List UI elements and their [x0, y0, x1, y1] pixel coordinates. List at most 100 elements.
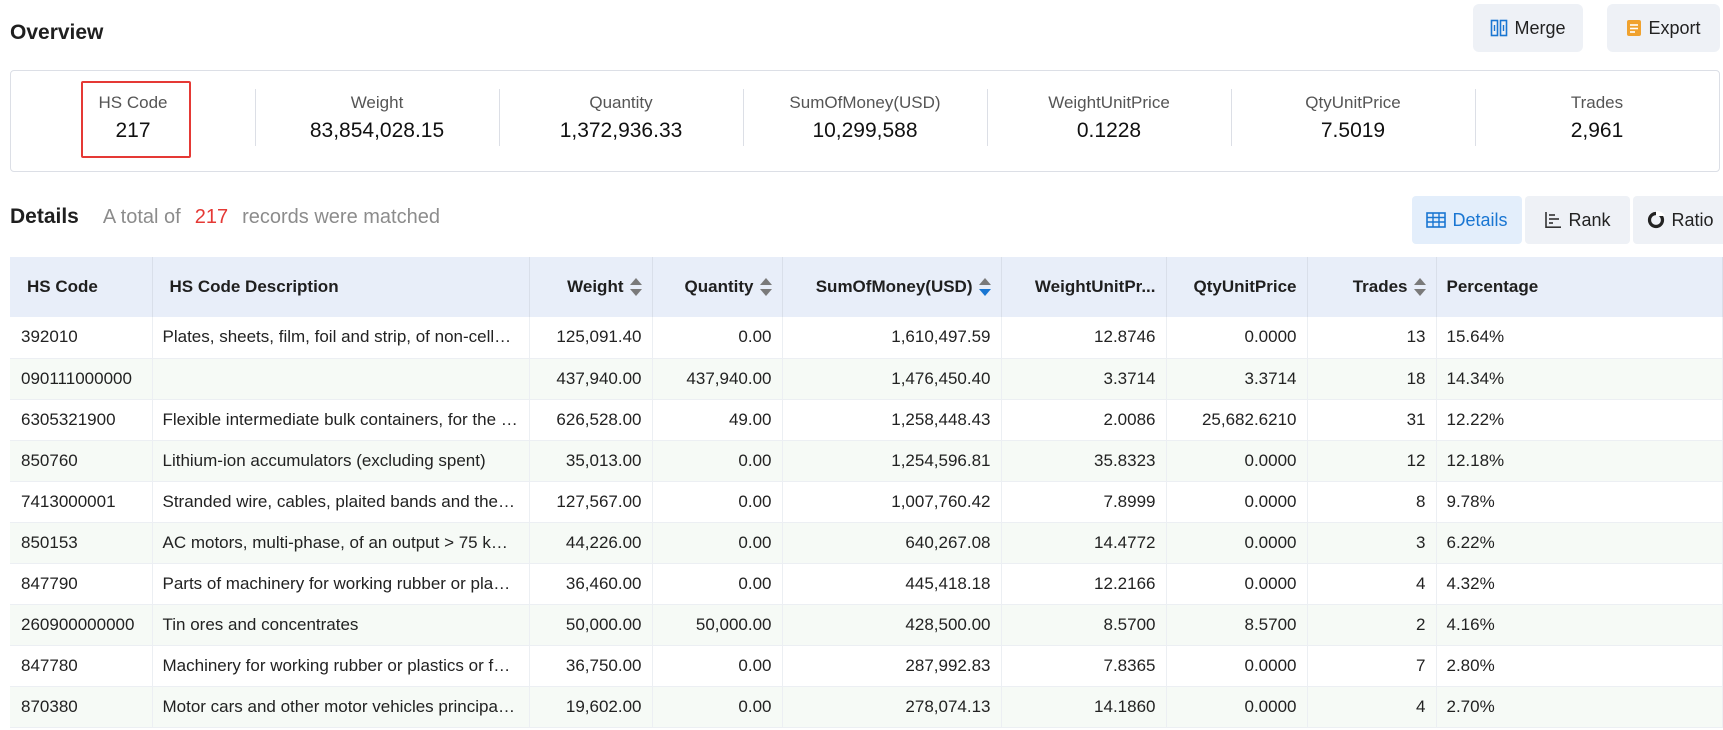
percentage-cell: 12.18% [1436, 440, 1723, 482]
stat-value: 0.1228 [1076, 119, 1142, 142]
table-row[interactable]: 847790 Parts of machinery for working ru… [10, 563, 1723, 605]
hs-code-cell: 260900000000 [10, 604, 153, 646]
qty-unit-price-cell: 3.3714 [1166, 358, 1308, 400]
tab-rank[interactable]: Rank [1525, 196, 1630, 244]
weight-cell: 35,013.00 [529, 440, 653, 482]
stat-label: Quantity [589, 93, 653, 112]
quantity-cell: 0.00 [652, 440, 783, 482]
stat-label: SumOfMoney(USD) [789, 93, 941, 112]
overview-title: Overview [10, 21, 104, 44]
trades-cell: 18 [1307, 358, 1437, 400]
view-tabs: Details Rank Ratio [1412, 196, 1723, 244]
qty-unit-price-cell: 0.0000 [1166, 645, 1308, 687]
sort-icon [759, 277, 772, 297]
sum-of-money-cell: 287,992.83 [782, 645, 1002, 687]
quantity-cell: 0.00 [652, 317, 783, 359]
table-row[interactable]: 260900000000 Tin ores and concentrates 5… [10, 604, 1723, 646]
quantity-cell: 49.00 [652, 399, 783, 441]
merge-button[interactable]: Merge [1473, 4, 1583, 52]
tab-details[interactable]: Details [1412, 196, 1522, 244]
sum-of-money-cell: 278,074.13 [782, 686, 1002, 728]
column-header-weight[interactable]: Weight [529, 257, 653, 317]
column-header-sum-of-money[interactable]: SumOfMoney(USD) [782, 257, 1002, 317]
table-row[interactable]: 392010 Plates, sheets, film, foil and st… [10, 317, 1723, 359]
trades-cell: 31 [1307, 399, 1437, 441]
weight-cell: 626,528.00 [529, 399, 653, 441]
percentage-cell: 15.64% [1436, 317, 1723, 359]
description-cell: Motor cars and other motor vehicles prin… [152, 686, 530, 728]
hs-code-cell: 847780 [10, 645, 153, 687]
table-row[interactable]: 090111000000 437,940.00 437,940.00 1,476… [10, 358, 1723, 400]
column-header-qty-unit-price: QtyUnitPrice [1166, 257, 1308, 317]
percentage-cell: 4.16% [1436, 604, 1723, 646]
sort-icon [629, 277, 642, 297]
description-cell: Parts of machinery for working rubber or… [152, 563, 530, 605]
weight-unit-price-cell: 14.1860 [1001, 686, 1167, 728]
details-title: Details [10, 205, 79, 228]
qty-unit-price-cell: 0.0000 [1166, 440, 1308, 482]
column-header-quantity[interactable]: Quantity [652, 257, 783, 317]
stat-label: WeightUnitPrice [1048, 93, 1170, 112]
weight-unit-price-cell: 8.5700 [1001, 604, 1167, 646]
tab-ratio[interactable]: Ratio [1633, 196, 1723, 244]
quantity-cell: 0.00 [652, 563, 783, 605]
trades-cell: 13 [1307, 317, 1437, 359]
column-header-percentage: Percentage [1436, 257, 1723, 317]
sort-desc-icon [978, 277, 991, 297]
description-cell: Machinery for working rubber or plastics… [152, 645, 530, 687]
quantity-cell: 0.00 [652, 522, 783, 564]
hs-code-cell: 850760 [10, 440, 153, 482]
qty-unit-price-cell: 25,682.6210 [1166, 399, 1308, 441]
stat-label: Weight [350, 93, 404, 112]
trades-cell: 4 [1307, 563, 1437, 605]
quantity-cell: 0.00 [652, 645, 783, 687]
weight-unit-price-cell: 3.3714 [1001, 358, 1167, 400]
trades-cell: 8 [1307, 481, 1437, 523]
percentage-cell: 2.80% [1436, 645, 1723, 687]
percentage-cell: 9.78% [1436, 481, 1723, 523]
hs-code-cell: 870380 [10, 686, 153, 728]
trades-cell: 12 [1307, 440, 1437, 482]
overview-stats: HS Code 217 Weight 83,854,028.15 Quantit… [10, 70, 1720, 172]
percentage-cell: 6.22% [1436, 522, 1723, 564]
tab-details-label: Details [1452, 209, 1508, 230]
details-suffix: records were matched [242, 206, 440, 228]
export-button[interactable]: Export [1607, 4, 1720, 52]
sum-of-money-cell: 428,500.00 [782, 604, 1002, 646]
table-row[interactable]: 850760 Lithium-ion accumulators (excludi… [10, 440, 1723, 482]
table-row[interactable]: 847780 Machinery for working rubber or p… [10, 645, 1723, 687]
description-cell: Plates, sheets, film, foil and strip, of… [152, 317, 530, 359]
weight-unit-price-cell: 7.8365 [1001, 645, 1167, 687]
table-row[interactable]: 6305321900 Flexible intermediate bulk co… [10, 399, 1723, 441]
details-header: Details A total of 217 records were matc… [10, 205, 440, 229]
table-row[interactable]: 7413000001 Stranded wire, cables, plaite… [10, 481, 1723, 523]
stat-trades: Trades 2,961 [1475, 71, 1719, 171]
weight-cell: 36,750.00 [529, 645, 653, 687]
stat-value: 2,961 [1570, 119, 1624, 142]
stat-weight-unit-price: WeightUnitPrice 0.1228 [987, 71, 1231, 171]
sum-of-money-cell: 1,258,448.43 [782, 399, 1002, 441]
quantity-cell: 50,000.00 [652, 604, 783, 646]
hs-code-cell: 392010 [10, 317, 153, 359]
table-row[interactable]: 870380 Motor cars and other motor vehicl… [10, 686, 1723, 728]
trades-cell: 2 [1307, 604, 1437, 646]
column-header-trades[interactable]: Trades [1307, 257, 1437, 317]
sum-of-money-cell: 1,610,497.59 [782, 317, 1002, 359]
tab-ratio-label: Ratio [1671, 209, 1714, 230]
quantity-cell: 437,940.00 [652, 358, 783, 400]
quantity-cell: 0.00 [652, 481, 783, 523]
description-cell [152, 358, 530, 400]
description-cell: Lithium-ion accumulators (excluding spen… [152, 440, 530, 482]
table-icon [1426, 212, 1447, 228]
sum-of-money-cell: 1,007,760.42 [782, 481, 1002, 523]
details-prefix: A total of [102, 206, 181, 228]
qty-unit-price-cell: 0.0000 [1166, 317, 1308, 359]
stat-qty-unit-price: QtyUnitPrice 7.5019 [1231, 71, 1475, 171]
column-header-hs-code: HS Code [10, 257, 153, 317]
weight-cell: 125,091.40 [529, 317, 653, 359]
description-cell: Stranded wire, cables, plaited bands and… [152, 481, 530, 523]
pie-chart-icon [1648, 211, 1666, 229]
table-row[interactable]: 850153 AC motors, multi-phase, of an out… [10, 522, 1723, 564]
tab-rank-label: Rank [1568, 209, 1611, 230]
stat-value: 7.5019 [1320, 119, 1386, 142]
